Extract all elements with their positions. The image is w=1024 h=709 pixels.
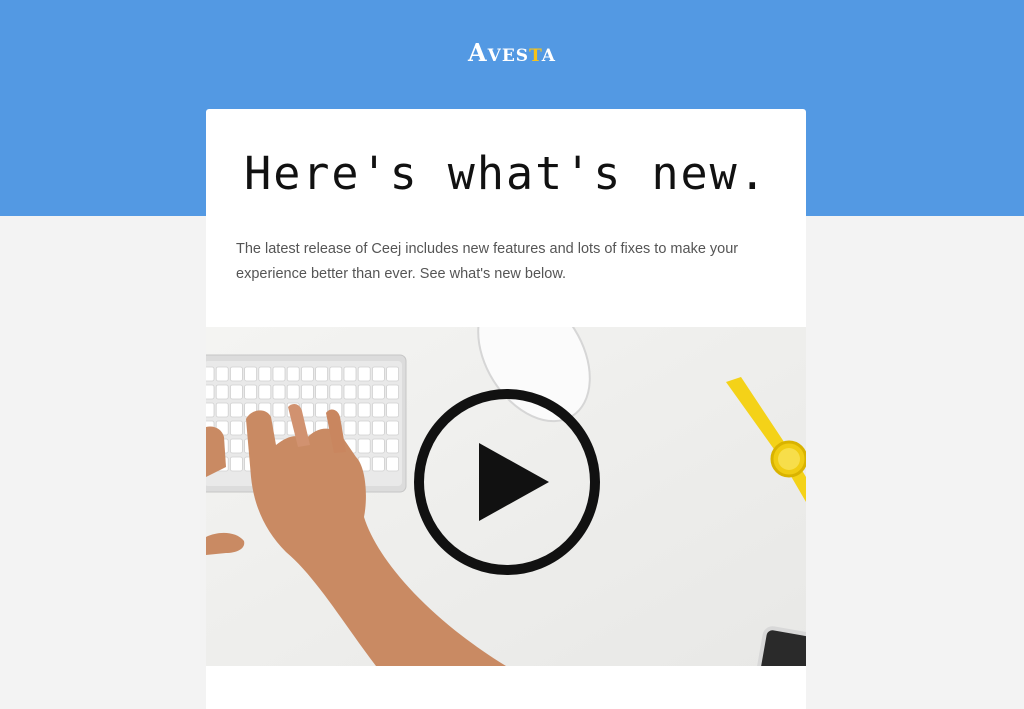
video-thumbnail[interactable] bbox=[206, 327, 806, 666]
brand-logo[interactable]: AVESTA bbox=[0, 38, 1024, 67]
phone-image bbox=[754, 626, 806, 666]
page-title: Here's what's new. bbox=[244, 147, 768, 200]
hero-image bbox=[206, 327, 806, 666]
content-card: Here's what's new. The latest release of… bbox=[206, 109, 806, 709]
intro-text: The latest release of Ceej includes new … bbox=[236, 241, 739, 282]
